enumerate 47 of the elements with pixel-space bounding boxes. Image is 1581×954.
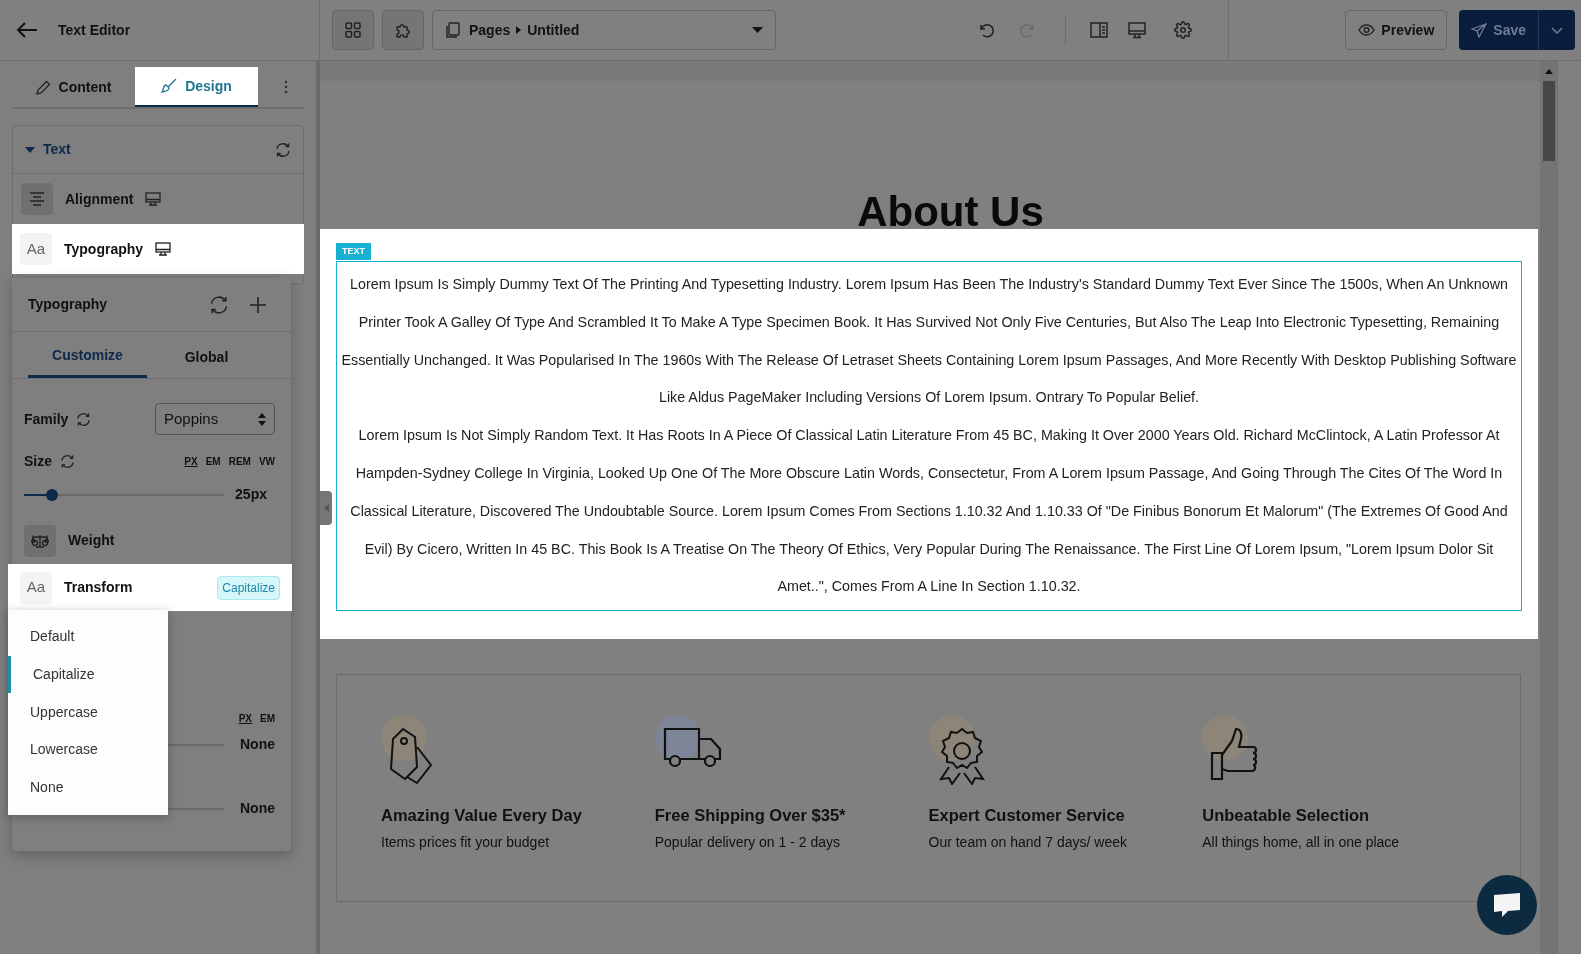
element-type-label: TEXT xyxy=(336,243,371,260)
panel-tab[interactable]: Customize xyxy=(28,336,147,378)
popover-title: Typography xyxy=(28,295,108,314)
field-label: Size xyxy=(24,452,52,471)
paragraph: Lorem Ipsum Is Simply Dummy Text Of The Printing And Typesetting Industry. Lorem Ipsum Has Been The Industry's Standard Dummy Text Ever Since The 1500s, When An Unknown Printer Took A Galley Of Type And Scrambled It To Make A Type Specimen Book. It Has Survived Not Only Five Centuries, But Also The Leap Into Electronic Typesetting, Remaining Essentially Unchanged. It Was Popularised In The 1960s With The Release Of Letraset Sheets Containing Lorem Ipsum Passages, And More Recently With Desktop Publishing Software Like Aldus PageMaker Including Versions Of Lorem Ipsum. Ontrary To Popular Belief. xyxy=(341,275,1517,408)
feature-title: Expert Customer Service xyxy=(928,805,1126,827)
panel-tab[interactable]: Global xyxy=(147,336,266,378)
size-value: 25px xyxy=(235,485,267,504)
field-label: Family xyxy=(24,409,69,429)
section-heading: About Us xyxy=(857,191,1044,233)
value-text: None xyxy=(240,799,275,818)
property-row[interactable]: Aa Typography xyxy=(12,224,304,274)
feature-title: Free Shipping Over $35* xyxy=(654,805,847,827)
paragraph: Lorem Ipsum Is Not Simply Random Text. It Has Roots In A Piece Of Classical Latin Literature From 45 BC, Making It Over 2000 Years Old. Richard McClintock, A Latin Professor At Hampden-Sydney College In Virginia, Looked Up One Of The More Obscure Latin Words, Consectetur, From A Lorem Ipsum Passage, And Going Through The Cites Of The Word In Classical Literature, Discovered The Undoubtable Source. Lorem Ipsum Comes From Sections 1.10.32 And 1.10.33 Of "De Finibus Bonorum Et Malorum" (The Extremes Of Good And Evil) By Cicero, Written In 45 BC. This Book Is A Treatise On The Theory Of Ethics, Very Popular During The Renaissance. The First Line Of Lorem Ipsum, "Lorem Ipsum Dolor Sit Amet..", Comes From A Line In Section 1.10.32. xyxy=(349,426,1509,597)
panel-title: Text Editor xyxy=(58,20,131,40)
menu-item[interactable]: Default xyxy=(8,618,168,656)
unit-option[interactable]: VW xyxy=(258,454,275,469)
feature-subtitle: Popular delivery on 1 - 2 days xyxy=(654,832,841,852)
feature-subtitle: Our team on hand 7 days/ week xyxy=(928,832,1128,852)
menu-item[interactable]: Capitalize xyxy=(8,655,168,694)
feature-subtitle: All things home, all in one place xyxy=(1202,832,1401,852)
property-row[interactable]: Alignment xyxy=(13,174,303,224)
unit-option[interactable]: EM xyxy=(260,711,275,726)
breadcrumb-item: Pages xyxy=(469,20,511,40)
pages-dropdown[interactable]: Pages Untitled xyxy=(432,10,776,50)
value-badge: Capitalize xyxy=(217,575,280,600)
menu-item[interactable]: None xyxy=(8,768,168,807)
text-style-icon: Aa xyxy=(20,233,52,265)
unit-option[interactable]: PX xyxy=(184,454,198,469)
sidebar-tab[interactable]: Content xyxy=(12,67,135,107)
font-family-select[interactable]: Poppins xyxy=(155,403,275,435)
value-text: None xyxy=(240,735,275,754)
feature-subtitle: Items prices fit your budget xyxy=(381,832,551,852)
unit-option[interactable]: EM xyxy=(205,454,221,469)
property-row[interactable]: Weight xyxy=(12,517,291,564)
preview-button[interactable]: Preview xyxy=(1345,10,1448,50)
sidebar-tab[interactable]: Design xyxy=(135,67,258,107)
feature-title: Amazing Value Every Day xyxy=(381,805,583,827)
section-title[interactable]: Text xyxy=(43,139,71,160)
feature-title: Unbeatable Selection xyxy=(1202,805,1371,827)
menu-item[interactable]: Uppercase xyxy=(8,693,168,732)
menu-item[interactable]: Lowercase xyxy=(8,731,168,769)
breadcrumb-item: Untitled xyxy=(527,20,580,40)
unit-option[interactable]: REM xyxy=(228,454,251,469)
property-row[interactable]: Aa Transform Capitalize xyxy=(8,564,292,611)
text-style-icon: Aa xyxy=(20,571,52,604)
unit-option[interactable]: PX xyxy=(238,711,252,726)
